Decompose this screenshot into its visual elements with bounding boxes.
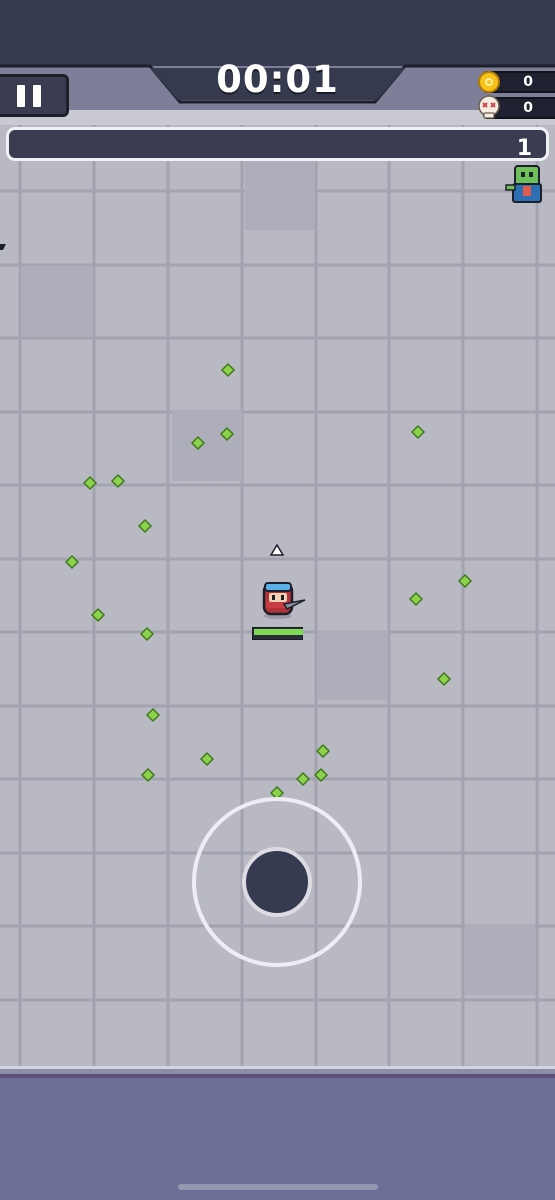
coin-icon (478, 71, 500, 93)
coin-count: 0 (523, 74, 533, 90)
bottom-panel (0, 1066, 555, 1200)
game-timer: 00:01 (216, 58, 339, 101)
zombie-enemy (505, 165, 542, 203)
health-fill (254, 629, 303, 635)
pause-icon (17, 85, 25, 107)
game-screen: 00:01 0 0 1 (0, 0, 555, 1200)
ninja-player (262, 582, 306, 619)
direction-arrow-icon (269, 543, 285, 556)
entity-layer (0, 165, 542, 619)
home-indicator[interactable] (178, 1184, 378, 1190)
player-health-bar (252, 627, 303, 640)
enemy-offscreen (0, 244, 6, 250)
pause-button[interactable] (0, 74, 69, 117)
xp-bar: 1 (6, 127, 549, 161)
joystick-knob[interactable] (242, 847, 312, 917)
pause-icon-bar (33, 85, 41, 107)
skull-icon (478, 95, 500, 119)
player-level: 1 (516, 136, 532, 161)
kill-count: 0 (523, 100, 533, 116)
bottom-wall (0, 1066, 555, 1078)
